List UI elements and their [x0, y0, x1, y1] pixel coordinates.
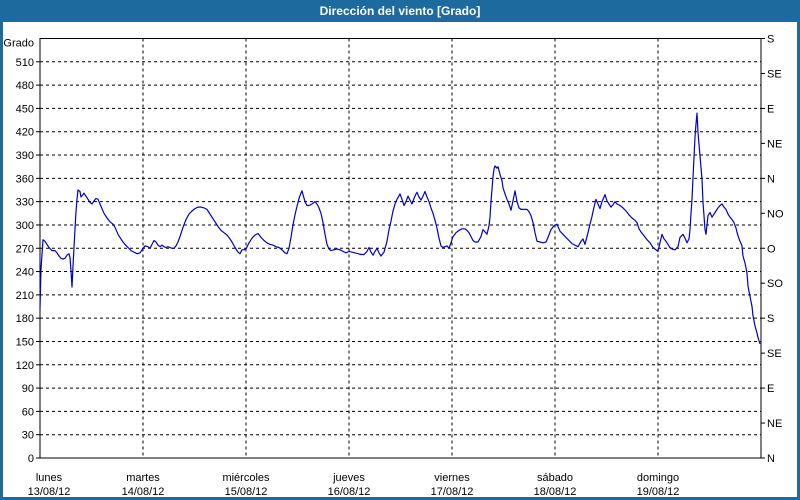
y-tick-label: 240	[16, 267, 34, 279]
day-name-label: lunes	[36, 472, 63, 484]
day-date-label: 19/08/12	[637, 486, 680, 498]
compass-label: E	[767, 383, 774, 395]
y-tick-label: 480	[16, 80, 34, 92]
day-date-label: 15/08/12	[225, 486, 268, 498]
compass-label: NE	[767, 418, 782, 430]
y-tick-label: 60	[22, 406, 34, 418]
wind-direction-line	[40, 113, 760, 344]
y-tick-label: 120	[16, 360, 34, 372]
compass-label: NO	[767, 208, 784, 220]
y-tick-label: 270	[16, 243, 34, 255]
compass-label: SE	[767, 68, 782, 80]
day-name-label: domingo	[637, 472, 679, 484]
y-tick-label: 300	[16, 220, 34, 232]
day-date-label: 17/08/12	[431, 486, 474, 498]
day-date-label: 13/08/12	[28, 486, 71, 498]
day-date-label: 18/08/12	[534, 486, 577, 498]
chart-window: 0 30 60 90 120 150 180 210 240 270 300 330 360 390 420…	[0, 0, 800, 500]
y-tick-label: 330	[16, 197, 34, 209]
compass-label: S	[767, 34, 774, 46]
y-tick-label: 420	[16, 127, 34, 139]
day-name-label: martes	[126, 472, 160, 484]
y-tick-label: 0	[28, 453, 34, 465]
window-title: Dirección del viento [Grado]	[320, 4, 481, 18]
compass-label: SE	[767, 348, 782, 360]
y-tick-label: 450	[16, 103, 34, 115]
y-tick-label: 180	[16, 313, 34, 325]
y-tick-label: 30	[22, 430, 34, 442]
compass-label: NE	[767, 138, 782, 150]
wind-direction-chart: 0 30 60 90 120 150 180 210 240 270 300 330 360 390 420…	[0, 0, 800, 500]
y-tick-label: 510	[16, 57, 34, 69]
compass-label: E	[767, 103, 774, 115]
day-name-label: jueves	[332, 472, 365, 484]
y-tick-label: 90	[22, 383, 34, 395]
compass-label: SO	[767, 278, 783, 290]
compass-label: S	[767, 313, 774, 325]
y-tick-label: 210	[16, 290, 34, 302]
day-date-label: 16/08/12	[328, 486, 371, 498]
compass-label: N	[767, 173, 775, 185]
y-tick-label: 150	[16, 336, 34, 348]
day-date-label: 14/08/12	[122, 486, 165, 498]
y-tick-label: 390	[16, 150, 34, 162]
compass-label: N	[767, 453, 775, 465]
day-name-label: sábado	[537, 472, 573, 484]
y-axis-title: Grado	[3, 38, 34, 50]
window-titlebar: Dirección del viento [Grado]	[0, 0, 800, 22]
y-tick-label: 360	[16, 173, 34, 185]
compass-label: O	[767, 243, 776, 255]
day-name-label: miércoles	[222, 472, 270, 484]
day-name-label: viernes	[434, 472, 470, 484]
